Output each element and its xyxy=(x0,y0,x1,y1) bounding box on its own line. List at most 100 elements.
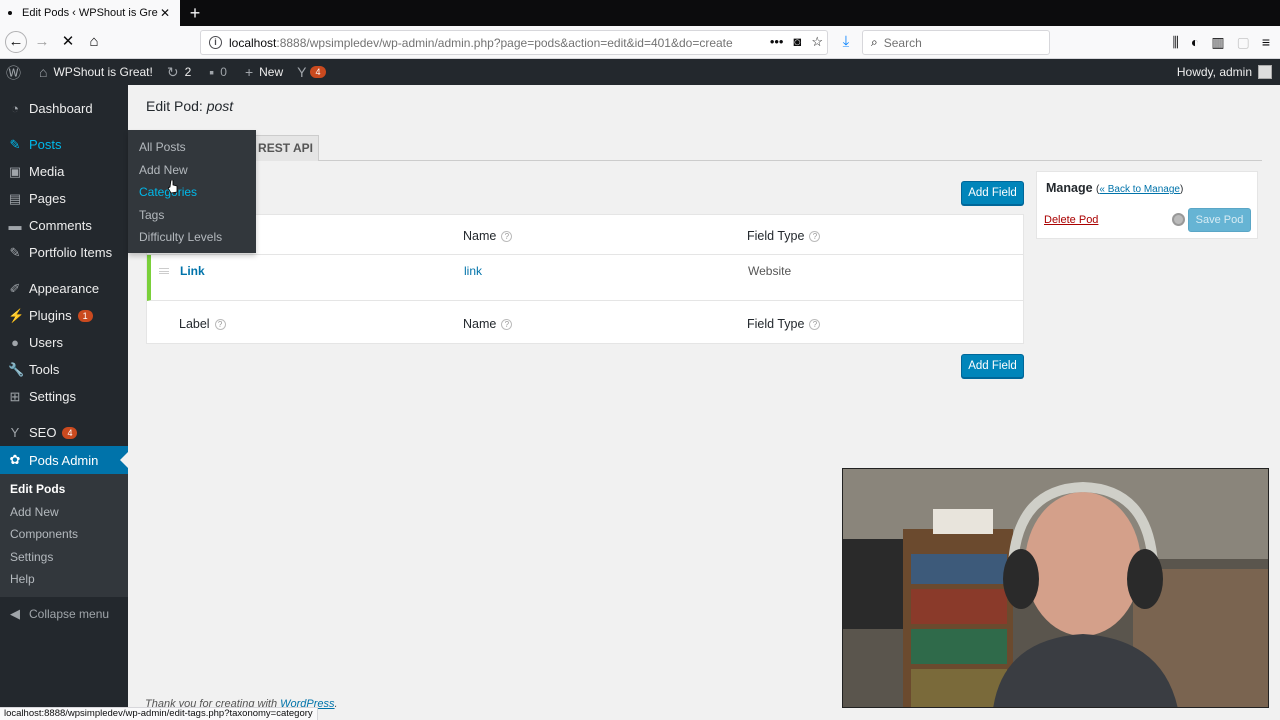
updates-icon: ↻ xyxy=(166,63,179,80)
menu-label: Settings xyxy=(29,389,76,404)
menu-dashboard[interactable]: ◔ Dashboard xyxy=(0,95,128,122)
browser-tab[interactable]: Edit Pods ‹ WPShout is Great! — ✕ xyxy=(0,0,180,26)
url-host: localhost xyxy=(229,35,277,50)
url-bar[interactable]: i localhost:8888/wpsimpledev/wp-admin/ad… xyxy=(200,30,828,55)
menu-media[interactable]: ▣ Media xyxy=(0,158,128,185)
site-info-icon[interactable]: i xyxy=(209,36,222,49)
tab-loading-icon xyxy=(8,11,12,15)
column-name-text: Name xyxy=(463,317,497,331)
url-path: :8888/wpsimpledev/wp-admin/admin.php?pag… xyxy=(276,35,733,50)
close-tab-icon[interactable]: ✕ xyxy=(158,6,172,20)
add-field-button-bottom[interactable]: Add Field xyxy=(961,354,1024,378)
column-type-text: Field Type xyxy=(747,317,805,331)
loading-spinner-icon xyxy=(1172,213,1185,226)
footer-period: . xyxy=(334,698,338,710)
menu-settings[interactable]: ⊞ Settings xyxy=(0,383,128,410)
save-pod-button[interactable]: Save Pod xyxy=(1188,208,1251,232)
comments-link[interactable]: ▪ 0 xyxy=(209,59,227,85)
home-icon: ⌂ xyxy=(39,64,48,80)
help-icon[interactable]: ? xyxy=(501,319,513,330)
menu-icon[interactable]: ≡ xyxy=(1262,31,1270,53)
menu-label: Pods Admin xyxy=(29,452,99,468)
help-icon[interactable]: ? xyxy=(501,231,513,242)
home-icon[interactable]: ⌂ xyxy=(83,31,105,53)
help-icon[interactable]: ? xyxy=(809,231,821,242)
downloads-icon[interactable]: ⤓ xyxy=(835,31,857,53)
comments-icon: ▬ xyxy=(8,218,22,233)
drag-handle-icon[interactable] xyxy=(159,268,169,274)
menu-comments[interactable]: ▬ Comments xyxy=(0,212,128,239)
fields-table-footer: Label? Name? Field Type? xyxy=(147,302,1023,343)
delete-pod-link[interactable]: Delete Pod xyxy=(1044,214,1098,226)
new-content-link[interactable]: + New xyxy=(245,59,283,85)
sidebar-icon[interactable]: ▥ xyxy=(1211,31,1224,53)
field-name: link xyxy=(464,264,483,278)
paintbrush-icon: ✐ xyxy=(9,280,21,296)
mouse-cursor-icon xyxy=(168,180,178,194)
menu-appearance[interactable]: ✐ Appearance xyxy=(0,275,128,302)
yoast-icon: Y xyxy=(10,425,20,440)
menu-users[interactable]: ● Users xyxy=(0,329,128,356)
menu-label: Appearance xyxy=(29,281,100,296)
forward-icon[interactable]: → xyxy=(31,31,53,53)
plus-icon: + xyxy=(244,64,254,80)
tab-rest-api[interactable]: REST API xyxy=(252,135,319,161)
field-label-link[interactable]: Link xyxy=(180,264,205,278)
submenu-components[interactable]: Components xyxy=(0,523,128,546)
admin-menu: ◔ Dashboard ✎ Posts ▣ Media ▤ Pages ▬ Comment… xyxy=(0,85,128,720)
submenu-edit-pods[interactable]: Edit Pods xyxy=(0,478,128,501)
menu-tools[interactable]: 🔧 Tools xyxy=(0,356,128,383)
flyout-add-new[interactable]: Add New xyxy=(128,159,256,182)
site-name-link[interactable]: ⌂ WPShout is Great! xyxy=(39,59,153,85)
comment-icon: ▪ xyxy=(209,64,215,80)
updates-count: 2 xyxy=(184,65,192,79)
field-type: Website xyxy=(748,264,792,278)
menu-label: Media xyxy=(29,164,65,179)
manage-title-text: Manage xyxy=(1046,181,1093,195)
bookmark-star-icon[interactable]: ☆ xyxy=(811,34,823,50)
menu-pages[interactable]: ▤ Pages xyxy=(0,185,128,212)
menu-label: Plugins xyxy=(29,308,72,323)
page-actions-icon[interactable]: ••• xyxy=(770,34,784,50)
menu-label: SEO xyxy=(29,425,57,440)
pin-icon: ✎ xyxy=(9,136,21,152)
submenu-help[interactable]: Help xyxy=(0,568,128,591)
add-field-button-top[interactable]: Add Field xyxy=(961,181,1024,205)
table-row[interactable]: Link link Website xyxy=(147,255,1023,301)
dashboard-icon: ◔ xyxy=(11,101,19,116)
my-account[interactable]: Howdy, admin xyxy=(1177,59,1272,85)
flyout-all-posts[interactable]: All Posts xyxy=(128,136,256,159)
page-title: Edit Pod: post xyxy=(146,98,233,114)
menu-portfolio[interactable]: ✎ Portfolio Items xyxy=(0,239,128,266)
library-icon[interactable]: ⫼ xyxy=(1172,31,1178,53)
wordpress-logo-icon[interactable]: Ⓦ xyxy=(6,59,21,85)
menu-pods-admin[interactable]: ✿ Pods Admin xyxy=(0,446,128,474)
page-title-pod: post xyxy=(206,98,234,114)
flyout-difficulty-levels[interactable]: Difficulty Levels xyxy=(128,226,256,249)
screenshot-icon[interactable]: ▢ xyxy=(1237,31,1250,53)
help-icon[interactable]: ? xyxy=(214,319,226,330)
pods-icon: ✿ xyxy=(9,452,21,467)
pocket-icon[interactable]: ◙ xyxy=(793,34,801,50)
submenu-add-new[interactable]: Add New xyxy=(0,501,128,524)
extension-icon[interactable]: ◐ xyxy=(1191,31,1199,53)
column-name: Name? xyxy=(463,229,513,243)
seo-adminbar-link[interactable]: Y 4 xyxy=(297,59,326,85)
menu-seo[interactable]: Y SEO 4 xyxy=(0,419,128,446)
collapse-menu-button[interactable]: ◀ Collapse menu xyxy=(0,601,128,628)
back-to-manage-link[interactable]: « Back to Manage xyxy=(1099,184,1180,195)
search-input[interactable]: ⌕ Search xyxy=(862,30,1050,55)
stop-loading-icon[interactable]: ✕ xyxy=(57,31,79,53)
back-icon[interactable]: ← xyxy=(5,31,27,53)
seo-badge: 4 xyxy=(62,426,78,439)
flyout-tags[interactable]: Tags xyxy=(128,204,256,227)
menu-plugins[interactable]: ⚡ Plugins 1 xyxy=(0,302,128,329)
menu-label: Posts xyxy=(29,137,62,152)
flyout-categories[interactable]: Categories xyxy=(128,181,256,204)
submenu-settings[interactable]: Settings xyxy=(0,546,128,569)
back-to-manage: (« Back to Manage) xyxy=(1096,184,1183,195)
help-icon[interactable]: ? xyxy=(809,319,821,330)
menu-posts[interactable]: ✎ Posts xyxy=(0,131,128,158)
new-tab-button[interactable]: + xyxy=(185,2,205,24)
updates-link[interactable]: ↻ 2 xyxy=(167,59,191,85)
